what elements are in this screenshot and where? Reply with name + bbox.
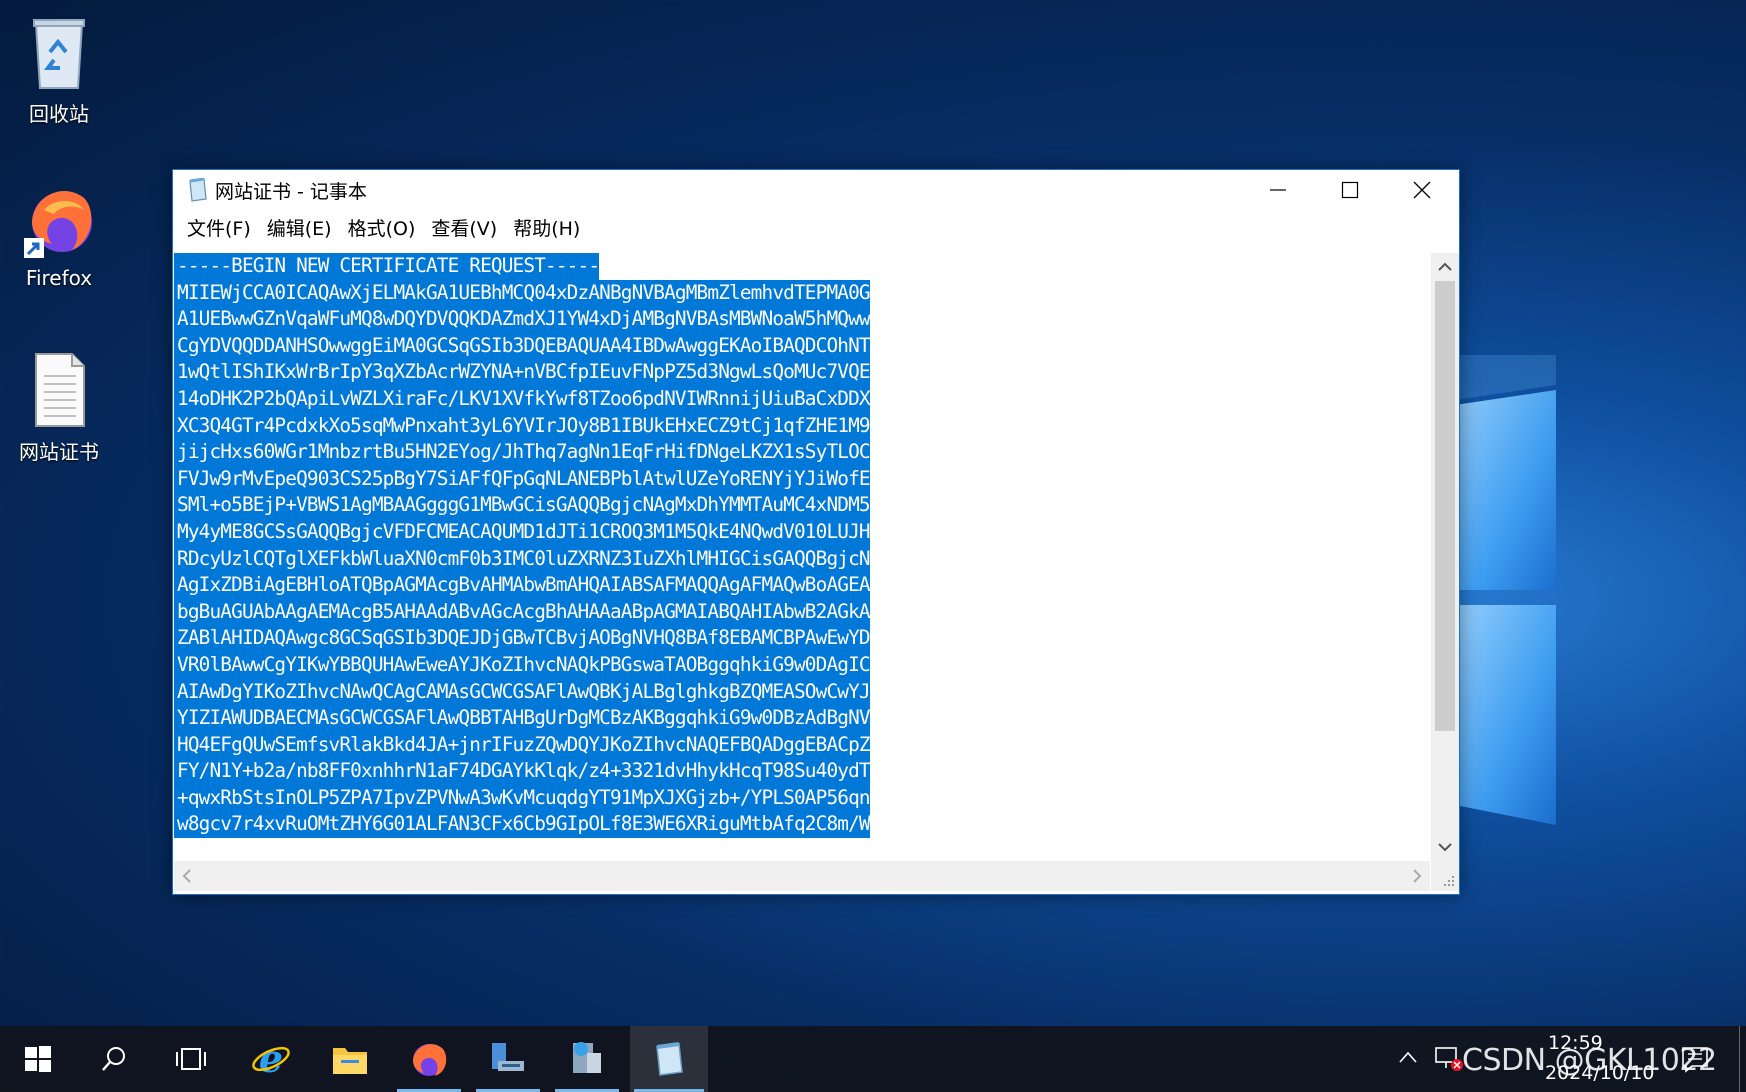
- notification-center-icon[interactable]: [1680, 1044, 1710, 1074]
- text-line: My4yME8GCSsGAQQBgjcVFDFCMEACAQUMD1dJTi1C…: [174, 518, 871, 546]
- csdn-watermark: CSDN @GKL1022: [1462, 1043, 1717, 1078]
- desktop-icon-label: 网站证书: [19, 440, 99, 464]
- taskbar: e 12:59 2024/10/10 CSDN @GKL1022: [0, 1026, 1746, 1092]
- title-bar[interactable]: 网站证书 - 记事本: [173, 170, 1459, 210]
- notepad-icon: [656, 1042, 683, 1076]
- network-icon[interactable]: [1434, 1046, 1464, 1072]
- maximize-button[interactable]: [1313, 170, 1387, 210]
- text-line: SMl+o5BEjP+VBWS1AgMBAAGgggG1MBwGCisGAQQB…: [174, 492, 871, 519]
- close-button[interactable]: [1385, 170, 1459, 210]
- server-manager-icon: [492, 1043, 524, 1071]
- text-line: +qwxRbStsInOLP5ZPA7IpvZPVNwA3wKvMcuqdgYT…: [174, 784, 871, 812]
- task-view-icon: [176, 1048, 206, 1070]
- notepad-window: 网站证书 - 记事本 文件(F) 编辑(E) 格式(O) 查看(V) 帮助(H)…: [172, 169, 1460, 895]
- text-line: YIZIAWUDBAECMAsGCWCGSAFlAwQBBTAHBgUrDgMC…: [174, 705, 871, 732]
- text-line: FVJw9rMvEpeQ903CS25pBgY7SiAFfQFpGqNLANEB…: [174, 465, 871, 493]
- windows-logo-wallpaper: [1455, 355, 1556, 825]
- scroll-down-icon[interactable]: [1438, 843, 1452, 853]
- taskbar-firefox[interactable]: [393, 1026, 465, 1092]
- show-desktop-button[interactable]: [1739, 1026, 1746, 1092]
- internet-explorer-icon: e: [252, 1039, 290, 1079]
- text-line: jijcHxs60WGr1MnbzrtBu5HN2EYog/JhThq7agNn…: [174, 439, 871, 466]
- vertical-scroll-thumb[interactable]: [1435, 281, 1455, 731]
- desktop-icon-label: Firefox: [25, 266, 93, 290]
- desktop-icon-label: 回收站: [29, 102, 89, 126]
- minimize-icon: [1270, 189, 1286, 191]
- menu-format[interactable]: 格式(O): [340, 214, 424, 241]
- text-line: AIAwDgYIKoZIhvcNAwQCAgCAMAsGCWCGSAFlAwQB…: [174, 678, 871, 706]
- start-button[interactable]: [2, 1026, 74, 1092]
- scroll-left-icon[interactable]: [182, 869, 192, 883]
- horizontal-scrollbar[interactable]: [174, 861, 1430, 891]
- resize-grip-icon: [1444, 876, 1454, 886]
- desktop-icon-firefox[interactable]: Firefox: [4, 180, 114, 290]
- svg-text:e: e: [259, 1039, 283, 1079]
- text-line: A1UEBwwGZnVqaWFuMQ8wDQYDVQQKDAZmdXJ1YW4x…: [174, 306, 871, 333]
- text-line: XC3Q4GTr4PcdxkXo5sqMwPnxaht3yL6YVIrJOy8B…: [174, 412, 871, 440]
- desktop-icon-recycle-bin[interactable]: 回收站: [4, 12, 114, 127]
- taskbar-file-explorer[interactable]: [314, 1026, 386, 1092]
- text-line: w8gcv7r4xvRuOMtZHY6G01ALFAN3CFx6Cb9GIpOL…: [174, 811, 871, 839]
- firefox-icon: [413, 1044, 447, 1076]
- firefox-icon: [24, 191, 92, 258]
- menu-edit[interactable]: 编辑(E): [259, 214, 340, 241]
- menu-help[interactable]: 帮助(H): [505, 214, 588, 241]
- text-line: AgIxZDBiAgEBHloATQBpAGMAcgBvAHMAbwBmAHQA…: [174, 572, 871, 599]
- taskbar-notepad[interactable]: [630, 1026, 708, 1092]
- menu-bar: 文件(F) 编辑(E) 格式(O) 查看(V) 帮助(H): [173, 210, 1459, 244]
- text-line: 14oDHK2P2bQApiLvWZLXiraFc/LKV1XVfkYwf8TZ…: [174, 385, 871, 413]
- taskbar-iis-manager[interactable]: [551, 1026, 623, 1092]
- show-hidden-icons-icon[interactable]: [1398, 1050, 1418, 1064]
- notepad-icon: [189, 178, 207, 202]
- text-line: HQ4EFgQUwSEmfsvRlakBkd4JA+jnrIFuzZQwDQYJ…: [174, 731, 871, 759]
- vertical-scrollbar[interactable]: [1431, 253, 1459, 861]
- search-button[interactable]: [78, 1026, 150, 1092]
- desktop-icon-certificate-file[interactable]: 网站证书: [4, 350, 114, 465]
- maximize-icon: [1341, 181, 1359, 199]
- windows-start-icon: [25, 1046, 51, 1072]
- task-view-button[interactable]: [155, 1026, 227, 1092]
- close-icon: [1413, 181, 1431, 199]
- resize-grip[interactable]: [1431, 861, 1459, 891]
- text-file-icon: [35, 353, 85, 427]
- scroll-right-icon[interactable]: [1412, 869, 1422, 883]
- text-line: VR0lBAwwCgYIKwYBBQUHAwEweAYJKoZIhvcNAQkP…: [174, 651, 871, 679]
- text-line: -----BEGIN NEW CERTIFICATE REQUEST-----: [174, 253, 600, 280]
- search-icon: [102, 1047, 125, 1071]
- menu-view[interactable]: 查看(V): [423, 214, 505, 241]
- iis-manager-icon: [573, 1042, 601, 1073]
- text-line: FY/N1Y+b2a/nb8FF0xnhhrN1aF74DGAYkKlqk/z4…: [174, 758, 871, 785]
- taskbar-internet-explorer[interactable]: e: [235, 1026, 307, 1092]
- text-line: ZABlAHIDAQAwgc8GCSqGSIb3DQEJDjGBwTCBvjAO…: [174, 625, 871, 652]
- text-line: RDcyUzlCQTglXEFkbWluaXN0cmF0b3IMC0luZXRN…: [174, 545, 871, 573]
- scroll-up-icon[interactable]: [1438, 261, 1452, 271]
- minimize-button[interactable]: [1241, 170, 1315, 210]
- text-line: bgBuAGUAbAAgAEMAcgB5AHAAdABvAGcAcgBhAHAA…: [174, 598, 871, 626]
- text-line: CgYDVQQDDANHSOwwggEiMA0GCSqGSIb3DQEBAQUA…: [174, 332, 871, 360]
- taskbar-server-manager[interactable]: [472, 1026, 544, 1092]
- folder-icon: [333, 1048, 367, 1074]
- menu-file[interactable]: 文件(F): [179, 214, 259, 241]
- text-line: 1wQtlIShIKxWrBrIpY3qXZbAcrWZYNA+nVBCfpIE…: [174, 359, 871, 386]
- recycle-bin-icon: [33, 19, 85, 89]
- text-line: MIIEWjCCA0ICAQAwXjELMAkGA1UEBhMCQ04xDzAN…: [174, 279, 871, 307]
- text-editor-area[interactable]: -----BEGIN NEW CERTIFICATE REQUEST----- …: [174, 253, 1430, 861]
- window-title: 网站证书 - 记事本: [215, 180, 367, 203]
